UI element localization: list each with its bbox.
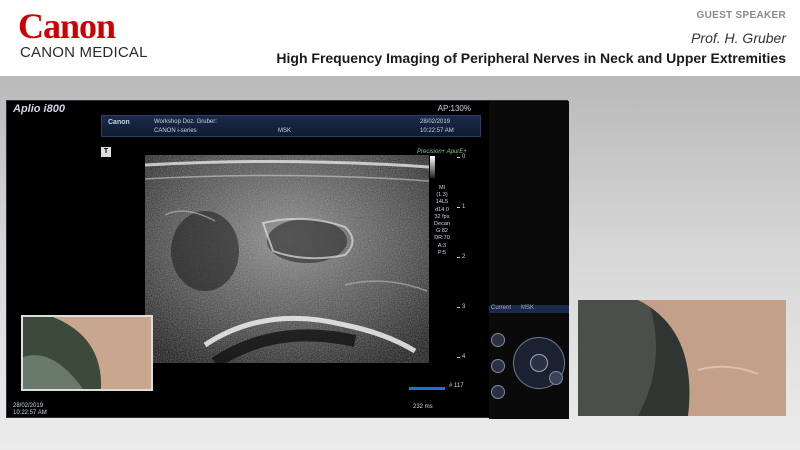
param-p: P:5 xyxy=(437,249,447,256)
frame-counter: # 117 xyxy=(449,383,464,389)
depth-label-4: 4 xyxy=(462,354,466,360)
control-button[interactable] xyxy=(491,359,505,373)
param-gain: G:82 xyxy=(436,228,448,235)
ultrasound-image xyxy=(145,155,429,363)
depth-tick xyxy=(457,307,460,308)
talk-title: High Frequency Imaging of Peripheral Ner… xyxy=(276,50,786,66)
current-preset-bar: Current MSK xyxy=(489,305,569,313)
param-mi-value: (1.3) xyxy=(436,192,448,199)
transducer-marker: T xyxy=(101,147,111,157)
probe-camera-image xyxy=(23,317,151,389)
status-readout: 232 ms xyxy=(413,404,433,410)
ultrasound-texture xyxy=(145,155,429,363)
depth-label-2: 2 xyxy=(462,254,466,260)
control-button[interactable] xyxy=(491,333,505,347)
page-root: Canon CANON MEDICAL GUEST SPEAKER Prof. … xyxy=(0,0,800,450)
preset-label[interactable]: MSK xyxy=(521,305,534,311)
bottom-date: 28/02/2019 xyxy=(13,403,44,409)
patient-info-bar: Canon Workshop Doz. Gruber: CANON i-seri… xyxy=(101,115,481,137)
info-date: 28/02/2019 xyxy=(420,119,451,125)
guest-speaker-label: GUEST SPEAKER xyxy=(696,10,786,21)
logo-subtitle: CANON MEDICAL xyxy=(20,44,148,61)
control-panel: Current MSK xyxy=(489,101,569,419)
param-probe: 14L5 xyxy=(435,199,449,206)
imaging-parameters: MI (1.3) 14L5 d14.0 32 fps Decan G:82 DR… xyxy=(431,185,453,257)
probe-camera-inset xyxy=(21,315,153,391)
ap-readout: AP:130% xyxy=(437,104,471,113)
depth-label-3: 3 xyxy=(462,304,466,310)
side-camera-image xyxy=(578,300,786,416)
depth-tick xyxy=(457,357,460,358)
control-button[interactable] xyxy=(491,385,505,399)
device-brand: Aplio i800 xyxy=(13,103,65,115)
depth-label-0: 0 xyxy=(462,154,466,160)
side-camera-view xyxy=(578,300,786,416)
info-logo: Canon xyxy=(108,119,130,126)
depth-scale: 0 1 2 3 4 xyxy=(457,154,467,369)
bottom-datetime: 28/02/2019 10:22:57 AM xyxy=(13,403,47,417)
grayscale-bar xyxy=(430,156,435,178)
param-a: A:3 xyxy=(437,242,447,249)
info-line2: CANON i-series xyxy=(154,128,197,134)
depth-tick xyxy=(457,157,460,158)
depth-label-1: 1 xyxy=(462,204,466,210)
play-icon[interactable] xyxy=(549,371,563,385)
info-time: 10:22:57 AM xyxy=(420,128,454,134)
menu-wheel-icon[interactable] xyxy=(491,329,567,417)
canon-logo: Canon xyxy=(18,6,116,46)
frame-slider[interactable] xyxy=(409,387,445,390)
info-line3: MSK xyxy=(278,128,292,134)
header-bar: Canon CANON MEDICAL GUEST SPEAKER Prof. … xyxy=(0,0,800,76)
bottom-time: 10:22:57 AM xyxy=(13,410,47,416)
param-mode: Decan xyxy=(434,221,450,228)
param-depth: d14.0 xyxy=(435,206,449,213)
param-mi: MI xyxy=(438,185,446,191)
current-label: Current xyxy=(491,305,512,311)
wheel-center[interactable] xyxy=(530,354,548,372)
depth-tick xyxy=(457,257,460,258)
speaker-name: Prof. H. Gruber xyxy=(691,30,786,46)
param-fps: 32 fps xyxy=(434,213,450,220)
ultrasound-screen: Aplio i800 AP:130% Canon Workshop Doz. G… xyxy=(6,100,569,419)
depth-tick xyxy=(457,207,460,208)
info-line1: Workshop Doz. Gruber: xyxy=(154,119,217,125)
param-dr: DR:70 xyxy=(434,235,450,242)
